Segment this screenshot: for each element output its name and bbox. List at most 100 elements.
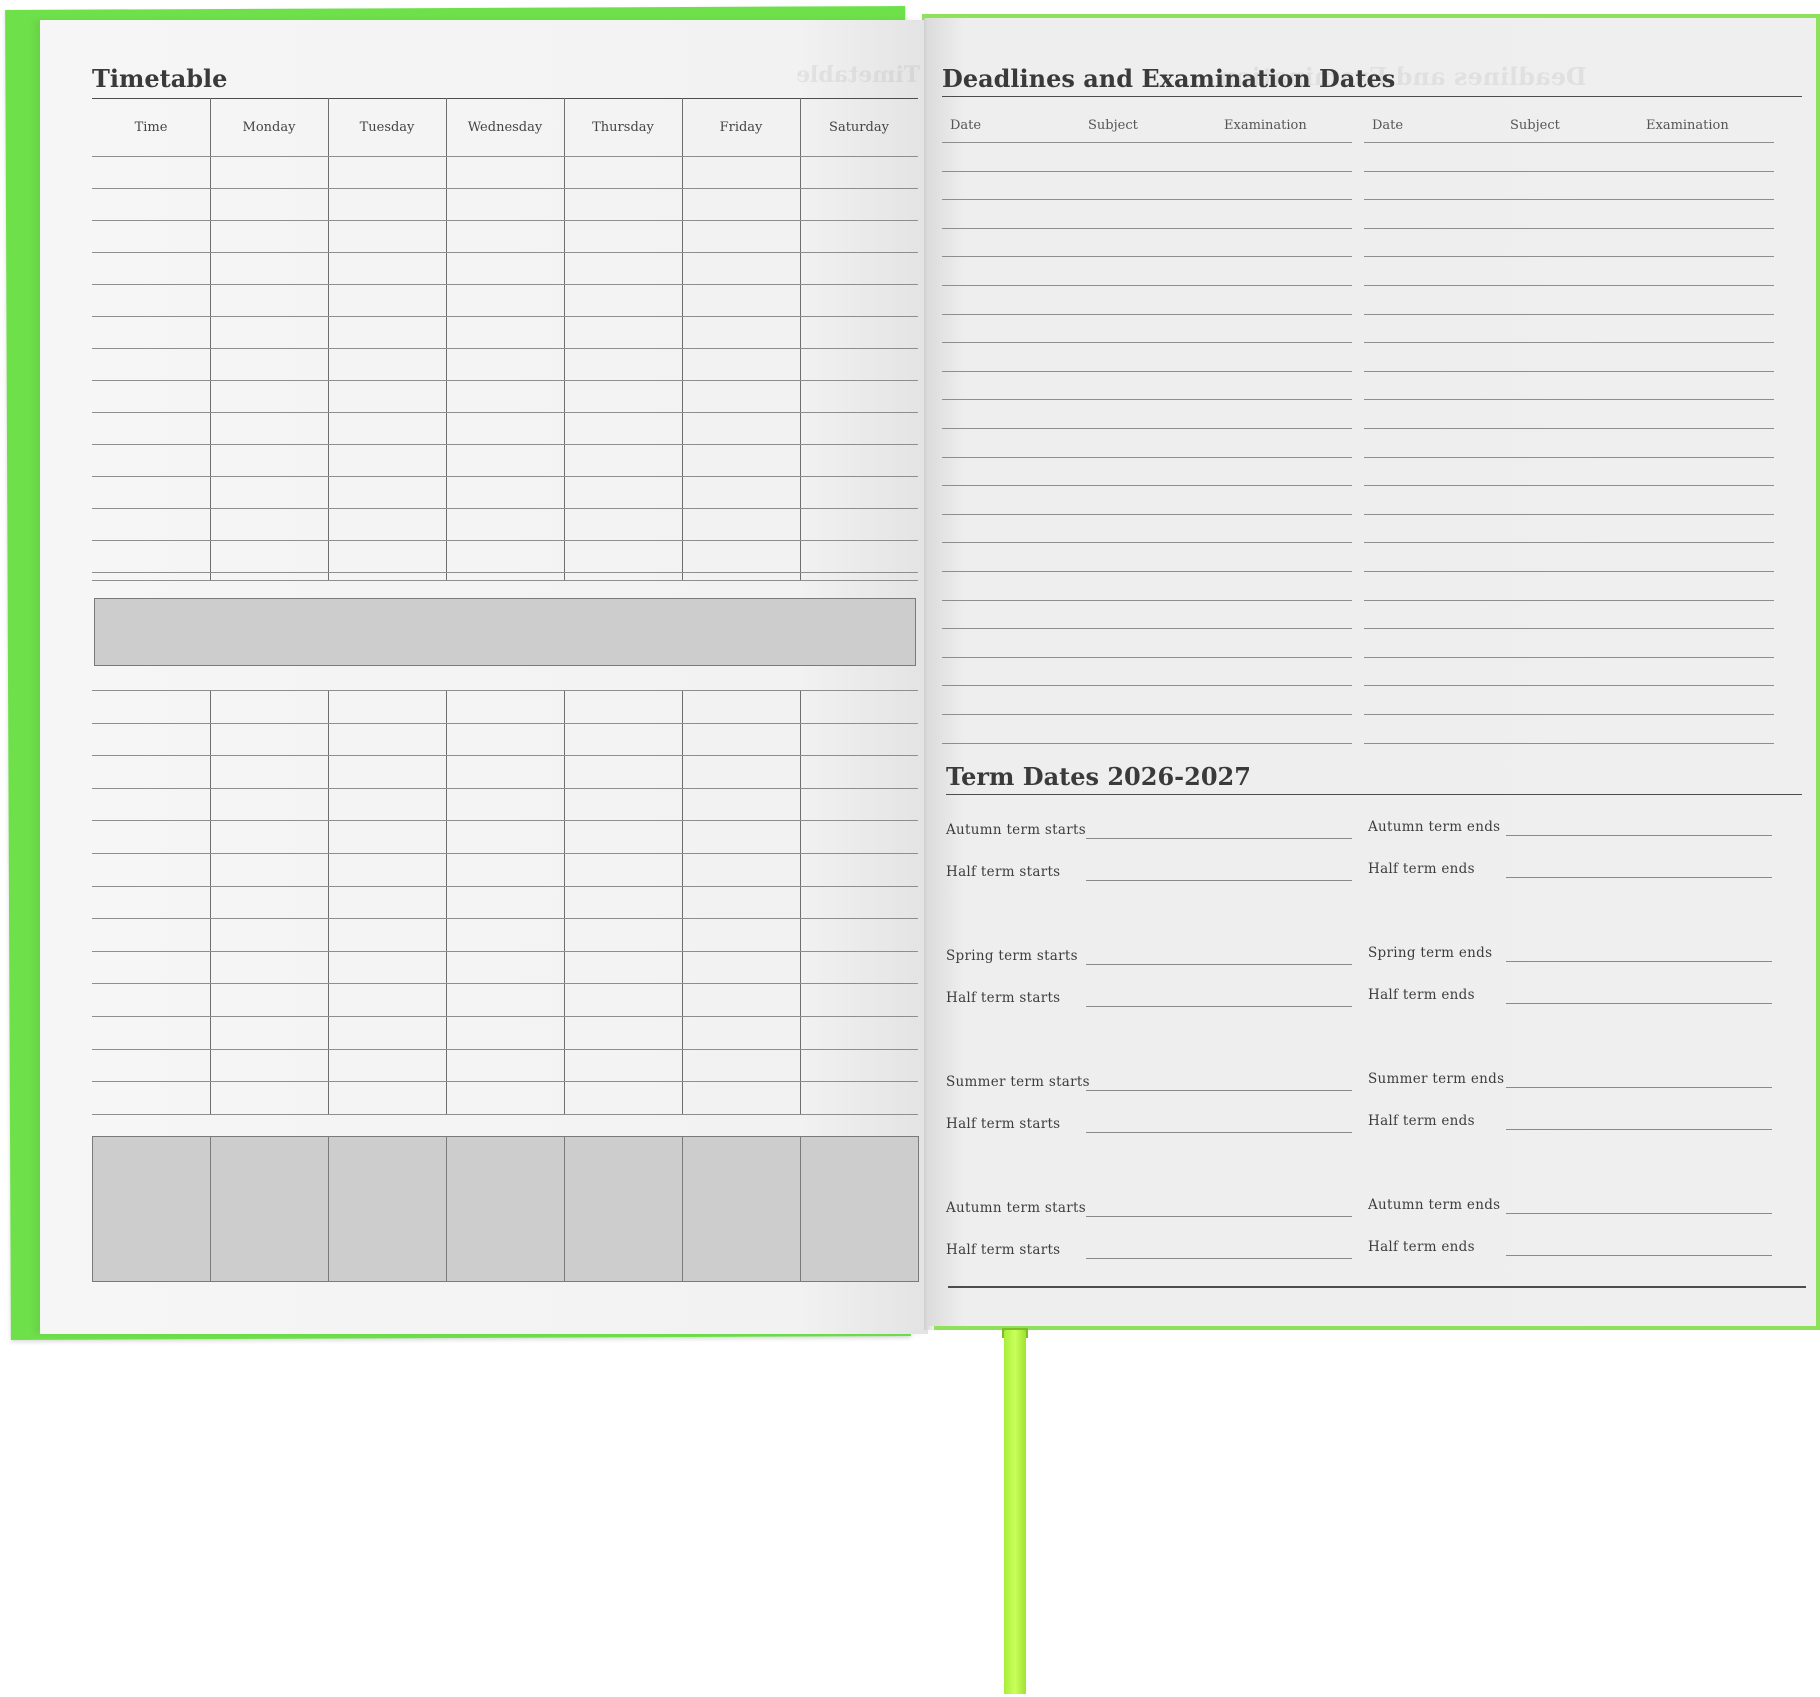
term-end-label: Spring term ends [1368, 945, 1493, 961]
timetable-row-line [92, 444, 918, 445]
deadline-line [942, 456, 1352, 458]
bookmark-ribbon[interactable] [1004, 1330, 1026, 1694]
term-end-line [1506, 1129, 1772, 1130]
left-page: Timetable Timetable Time Monday Tuesday Wed… [40, 20, 928, 1334]
timetable-row-line [92, 853, 918, 854]
timetable-row-line [92, 188, 918, 189]
timetable-row-line [92, 220, 918, 221]
deadline-line [1364, 256, 1774, 258]
term-start-line [1086, 1132, 1352, 1133]
term-dates-title: Term Dates 2026-2027 [946, 762, 1251, 791]
deadlines-col-subject: Subject [1510, 118, 1560, 133]
term-start-label: Half term starts [946, 1116, 1061, 1132]
deadline-line [942, 742, 1352, 744]
term-end-line [1506, 961, 1772, 962]
deadline-line [942, 571, 1352, 572]
term-end-line [1506, 877, 1772, 878]
term-start-label: Half term starts [946, 864, 1061, 880]
term-start-label: Half term starts [946, 1242, 1061, 1258]
term-end-label: Summer term ends [1368, 1071, 1505, 1087]
deadline-line [942, 342, 1352, 344]
right-page: Deadlines and Examination Deadlines and … [928, 18, 1816, 1326]
term-end-line [1506, 1003, 1772, 1004]
deadline-line [942, 485, 1352, 487]
term-start-label: Half term starts [946, 990, 1061, 1006]
timetable-bottom-block [682, 1136, 801, 1282]
timetable-col-thursday: Thursday [592, 120, 654, 135]
timetable-col-divider [446, 690, 447, 1114]
deadlines-col-date: Date [1372, 118, 1404, 133]
timetable-col-friday: Friday [719, 120, 763, 135]
deadline-line [1364, 542, 1774, 544]
timetable-row-line [92, 508, 918, 509]
deadline-line [1364, 285, 1774, 286]
timetable-row-line [92, 412, 918, 413]
timetable-row-line [92, 316, 918, 317]
deadline-line [1364, 714, 1774, 715]
timetable-row-line [92, 580, 918, 581]
deadlines-col-examination: Examination [1224, 118, 1307, 133]
timetable-bottom-block [564, 1136, 683, 1282]
deadline-line [942, 285, 1352, 286]
timetable-row-line [92, 1048, 918, 1050]
term-end-label: Half term ends [1368, 861, 1475, 877]
timetable-col-wednesday: Wednesday [467, 120, 543, 135]
deadline-line [1364, 399, 1774, 401]
timetable-title-rule [92, 98, 918, 99]
deadline-line [1364, 628, 1774, 630]
timetable-row-line [92, 380, 918, 381]
timetable-row-line [92, 348, 918, 349]
deadline-line [1364, 370, 1774, 372]
timetable-row-line [92, 690, 918, 691]
deadline-line [1364, 456, 1774, 458]
deadline-line [1364, 170, 1774, 172]
term-end-line [1506, 835, 1772, 836]
deadline-line [942, 714, 1352, 715]
term-end-label: Autumn term ends [1368, 1197, 1501, 1213]
timetable-row-line [92, 787, 918, 789]
timetable-row-line [92, 722, 918, 724]
term-start-label: Summer term starts [946, 1074, 1090, 1090]
deadlines-col-examination: Examination [1646, 118, 1729, 133]
deadline-line [942, 542, 1352, 544]
timetable-row-line [92, 572, 918, 573]
deadline-line [942, 313, 1352, 315]
timetable-row-line [92, 252, 918, 253]
deadline-line [942, 656, 1352, 658]
term-end-line [1506, 1087, 1772, 1088]
timetable-bottom-block [210, 1136, 329, 1282]
timetable-row-line [92, 1113, 918, 1115]
timetable-col-tuesday: Tuesday [359, 120, 415, 135]
timetable-row-line [92, 820, 918, 822]
deadline-line [942, 170, 1352, 172]
deadline-line [1364, 685, 1774, 687]
timetable-row-line [92, 1081, 918, 1083]
deadlines-title-rule [942, 96, 1802, 97]
timetable-bottom-block [328, 1136, 447, 1282]
timetable-row-line [92, 918, 918, 920]
deadline-line [1364, 513, 1774, 515]
deadline-line [942, 370, 1352, 372]
deadline-line [942, 399, 1352, 401]
deadline-line [1364, 571, 1774, 572]
term-end-label: Half term ends [1368, 1239, 1475, 1255]
deadline-line [942, 628, 1352, 630]
term-start-label: Autumn term starts [946, 822, 1086, 838]
term-end-label: Half term ends [1368, 1113, 1475, 1129]
deadline-line [1364, 199, 1774, 201]
term-start-label: Autumn term starts [946, 1200, 1086, 1216]
deadline-line [942, 685, 1352, 687]
term-end-line [1506, 1213, 1772, 1214]
term-end-line [1506, 1255, 1772, 1256]
timetable-row-line [92, 284, 918, 285]
timetable-row-line [92, 1016, 918, 1017]
term-start-label: Spring term starts [946, 948, 1078, 964]
term-start-line [1086, 1006, 1352, 1007]
timetable-row-line [92, 950, 918, 952]
timetable-col-saturday: Saturday [829, 120, 889, 135]
deadline-line [1364, 313, 1774, 315]
term-end-label: Half term ends [1368, 987, 1475, 1003]
timetable-row-line [92, 540, 918, 541]
deadline-line [942, 142, 1352, 143]
timetable-row-line [92, 885, 918, 887]
